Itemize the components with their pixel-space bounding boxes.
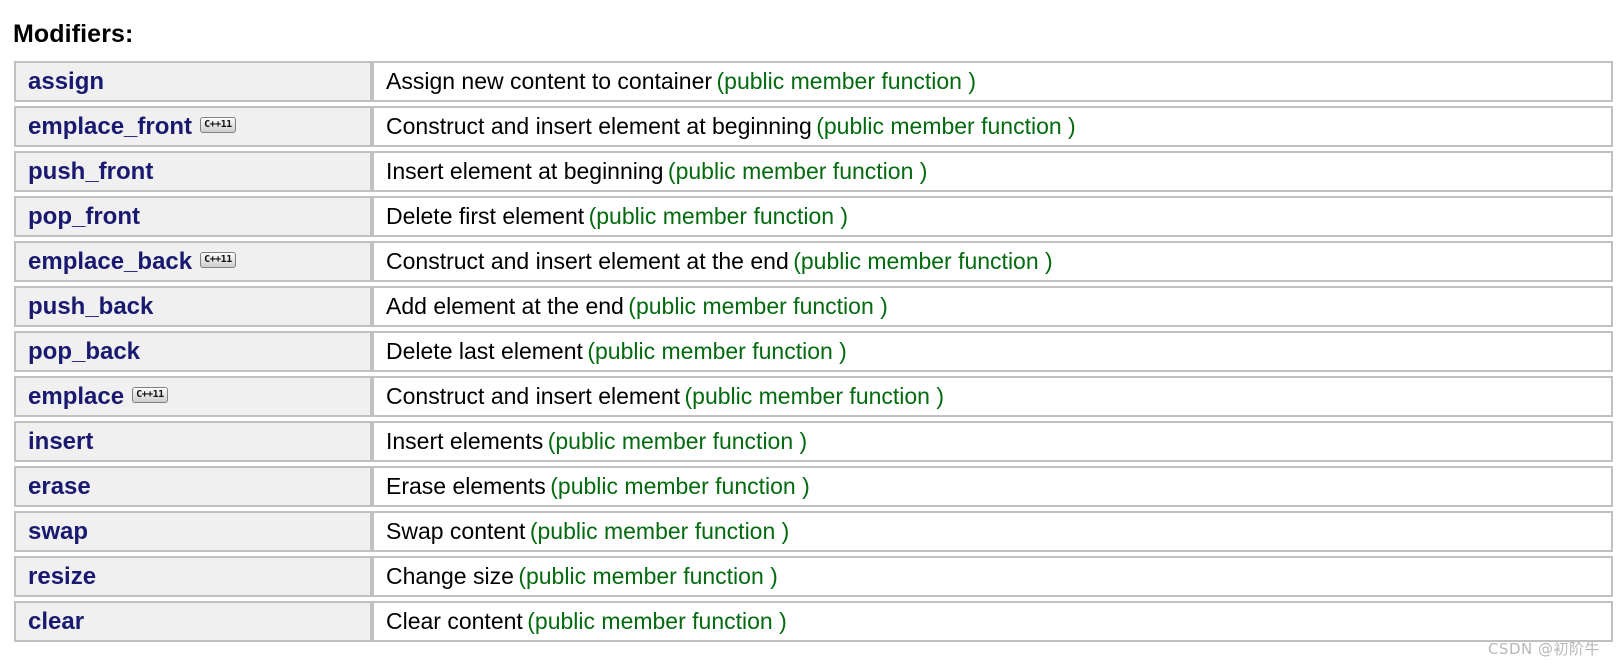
member-description-cell: Insert elements (public member function …	[372, 421, 1613, 462]
member-description-text: Assign new content to container	[386, 68, 713, 94]
table-row: swap Swap content (public member function…	[14, 511, 1613, 552]
member-description-cell: Insert element at beginning (public memb…	[372, 151, 1613, 192]
member-kind-note: (public member function )	[527, 608, 787, 634]
table-body: assign Assign new content to container (p…	[14, 61, 1613, 642]
member-name-cell[interactable]: push_front	[14, 151, 372, 192]
member-description-text: Swap content	[386, 518, 526, 544]
cpp11-badge-icon: C++11	[132, 386, 168, 403]
table-row: clear Clear content (public member functi…	[14, 601, 1613, 642]
member-function-link[interactable]: erase	[28, 473, 91, 500]
member-function-link[interactable]: resize	[28, 563, 96, 590]
member-name-cell[interactable]: push_back	[14, 286, 372, 327]
member-kind-note: (public member function )	[547, 428, 808, 454]
member-name-cell[interactable]: emplace_back C++11	[14, 241, 372, 282]
member-function-link[interactable]: emplace_back	[28, 248, 192, 275]
member-description-cell: Delete first element (public member func…	[372, 196, 1613, 237]
table-row: erase Erase elements (public member funct…	[14, 466, 1613, 507]
member-kind-note: (public member function )	[793, 248, 1053, 274]
member-description-cell: Construct and insert element (public mem…	[372, 376, 1613, 417]
member-kind-note: (public member function )	[529, 518, 790, 544]
member-description-text: Insert element at beginning	[386, 158, 664, 184]
table-row: pop_front Delete first element (public me…	[14, 196, 1613, 237]
member-name-cell[interactable]: emplace C++11	[14, 376, 372, 417]
member-kind-note: (public member function )	[667, 158, 928, 184]
cpp11-badge-icon: C++11	[200, 116, 236, 133]
member-description-cell: Construct and insert element at beginnin…	[372, 106, 1613, 147]
member-kind-note: (public member function )	[684, 383, 945, 409]
csdn-watermark: CSDN @初阶牛	[1487, 640, 1600, 658]
table-row: push_back Add element at the end (public …	[14, 286, 1613, 327]
member-description-text: Construct and insert element	[386, 383, 681, 409]
member-function-link[interactable]: pop_front	[28, 203, 140, 230]
member-kind-note: (public member function )	[716, 68, 977, 94]
member-function-link[interactable]: emplace_front	[28, 113, 192, 140]
member-description-text: Add element at the end	[386, 293, 624, 319]
member-description-text: Construct and insert element at beginnin…	[386, 113, 812, 139]
member-description-cell: Change size (public member function )	[372, 556, 1613, 597]
cpp11-badge-icon: C++11	[200, 251, 236, 268]
table-row: insert Insert elements (public member fun…	[14, 421, 1613, 462]
reference-page: Modifiers: assign Assign new content to c…	[0, 0, 1620, 669]
member-name-cell[interactable]: swap	[14, 511, 372, 552]
member-description-text: Erase elements	[386, 473, 546, 499]
member-description-text: Insert elements	[386, 428, 544, 454]
member-function-link[interactable]: emplace	[28, 383, 124, 410]
table-row: emplace_front C++11 Construct and insert e…	[14, 106, 1613, 147]
member-kind-note: (public member function )	[588, 203, 849, 229]
member-description-text: Delete first element	[386, 203, 585, 229]
member-description-text: Delete last element	[386, 338, 583, 364]
member-name-cell[interactable]: insert	[14, 421, 372, 462]
table-row: resize Change size (public member functio…	[14, 556, 1613, 597]
member-name-cell[interactable]: emplace_front C++11	[14, 106, 372, 147]
table-row: emplace C++11 Construct and insert element…	[14, 376, 1613, 417]
member-function-table: assign Assign new content to container (p…	[14, 57, 1613, 646]
member-kind-note: (public member function )	[628, 293, 888, 319]
member-kind-note: (public member function )	[518, 563, 778, 589]
member-description-text: Construct and insert element at the end	[386, 248, 789, 274]
member-description-cell: Add element at the end (public member fu…	[372, 286, 1613, 327]
member-function-link[interactable]: swap	[28, 518, 88, 545]
member-description-cell: Clear content (public member function )	[372, 601, 1613, 642]
table-row: pop_back Delete last element (public memb…	[14, 331, 1613, 372]
member-function-link[interactable]: assign	[28, 68, 104, 95]
member-function-link[interactable]: clear	[28, 608, 84, 635]
member-function-link[interactable]: insert	[28, 428, 93, 455]
member-description-cell: Erase elements (public member function )	[372, 466, 1613, 507]
table-row: emplace_back C++11 Construct and insert el…	[14, 241, 1613, 282]
member-kind-note: (public member function )	[816, 113, 1076, 139]
member-description-text: Clear content	[386, 608, 523, 634]
member-description-cell: Swap content (public member function )	[372, 511, 1613, 552]
member-kind-note: (public member function )	[550, 473, 810, 499]
member-name-cell[interactable]: assign	[14, 61, 372, 102]
member-function-link[interactable]: push_front	[28, 158, 153, 185]
member-name-cell[interactable]: pop_back	[14, 331, 372, 372]
member-name-cell[interactable]: resize	[14, 556, 372, 597]
table-row: push_front Insert element at beginning (p…	[14, 151, 1613, 192]
page-title: Modifiers:	[13, 20, 134, 48]
member-description-cell: Assign new content to container (public …	[372, 61, 1613, 102]
table-row: assign Assign new content to container (p…	[14, 61, 1613, 102]
member-description-cell: Construct and insert element at the end …	[372, 241, 1613, 282]
member-function-link[interactable]: push_back	[28, 293, 153, 320]
member-description-cell: Delete last element (public member funct…	[372, 331, 1613, 372]
member-name-cell[interactable]: clear	[14, 601, 372, 642]
member-function-link[interactable]: pop_back	[28, 338, 140, 365]
member-name-cell[interactable]: erase	[14, 466, 372, 507]
member-name-cell[interactable]: pop_front	[14, 196, 372, 237]
member-description-text: Change size	[386, 563, 514, 589]
member-kind-note: (public member function )	[587, 338, 847, 364]
